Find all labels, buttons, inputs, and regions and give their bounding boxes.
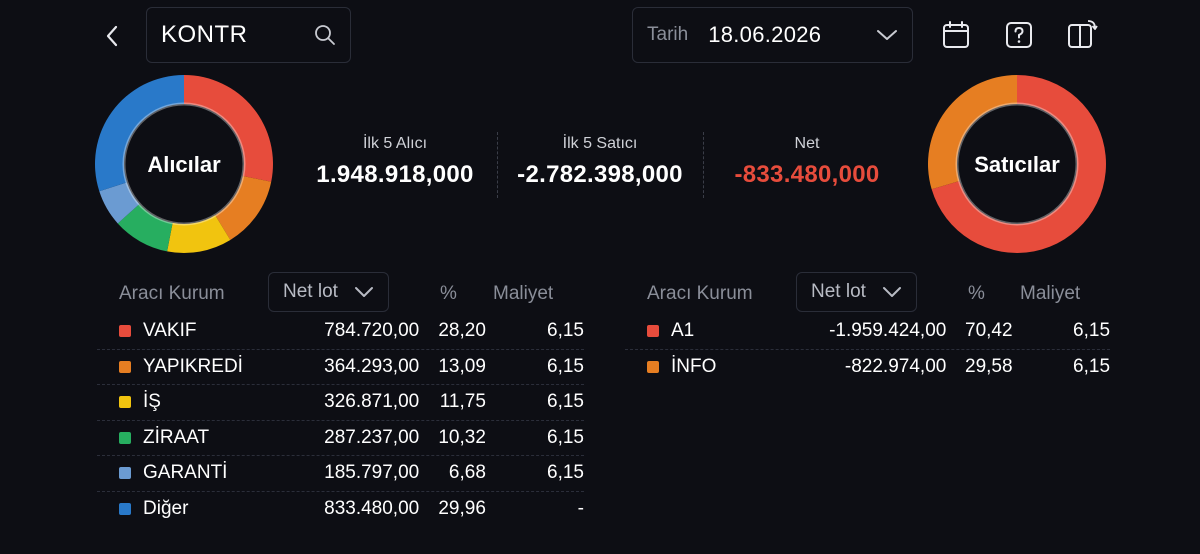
buyers-net-lot-label: Net lot [283, 281, 338, 302]
buyers-donut-label: Alıcılar [147, 152, 221, 177]
net-lot: 185.797,00 [324, 462, 420, 484]
chevron-down-icon[interactable] [876, 28, 898, 42]
net-lot: -822.974,00 [844, 356, 947, 378]
search-icon[interactable] [314, 24, 336, 46]
broker-name: GARANTİ [143, 462, 228, 484]
cost: 6,15 [547, 355, 584, 377]
sellers-col-pct: % [968, 283, 985, 304]
net-lot: 326.871,00 [324, 391, 420, 413]
broker-name: VAKIF [143, 320, 197, 342]
sellers-donut-chart: Satıcılar [928, 75, 1106, 253]
percent: 6,68 [448, 462, 486, 484]
color-swatch [119, 360, 131, 373]
buyers-net-lot-dropdown[interactable]: Net lot [268, 272, 389, 312]
buyers-table: VAKIF 784.720,00 28,20 6,15 YAPIKREDİ 36… [97, 314, 584, 527]
cost: 6,15 [1073, 320, 1111, 342]
broker-name: Diğer [143, 498, 189, 520]
sellers-donut-label: Satıcılar [974, 152, 1060, 177]
top5-buyers-label: İlk 5 Alıcı [362, 135, 428, 152]
top5-buyers-value: 1.948.918,000 [316, 161, 474, 188]
color-swatch [119, 431, 131, 444]
percent: 10,32 [438, 426, 486, 448]
percent: 29,96 [438, 498, 486, 520]
table-row[interactable]: İNFO -822.974,00 29,58 6,15 [625, 350, 1110, 386]
layout-switch-icon [1068, 20, 1098, 48]
broker-name: YAPIKREDİ [143, 355, 243, 377]
cost: 6,15 [1073, 356, 1111, 378]
symbol-search-value[interactable]: KONTR [161, 21, 314, 49]
buyers-donut-chart: Alıcılar [95, 75, 273, 253]
net-lot: 364.293,00 [324, 355, 420, 377]
percent: 28,20 [438, 320, 486, 342]
broker-name: ZİRAAT [143, 426, 210, 448]
color-swatch [647, 361, 659, 374]
top5-sellers-label: İlk 5 Satıcı [562, 135, 638, 152]
color-swatch [119, 467, 131, 480]
net-lot: 784.720,00 [324, 320, 420, 342]
color-swatch [647, 325, 659, 338]
net-stat: Net -833.480,000 [712, 135, 902, 189]
net-lot: 833.480,00 [324, 498, 420, 520]
table-row[interactable]: Diğer 833.480,00 29,96 - [97, 492, 584, 528]
buyers-col-broker: Aracı Kurum [119, 283, 225, 304]
percent: 11,75 [439, 391, 486, 413]
net-lot: -1.959.424,00 [829, 320, 947, 342]
buyers-col-cost: Maliyet [493, 283, 554, 304]
divider [497, 132, 498, 198]
net-value: -833.480,000 [734, 161, 880, 188]
sellers-net-lot-dropdown[interactable]: Net lot [796, 272, 917, 312]
color-swatch [119, 503, 131, 516]
percent: 70,42 [965, 320, 1013, 342]
table-row[interactable]: A1 -1.959.424,00 70,42 6,15 [625, 314, 1110, 350]
top5-sellers-stat: İlk 5 Satıcı -2.782.398,000 [505, 135, 695, 189]
broker-name: İŞ [143, 391, 161, 413]
sellers-col-broker: Aracı Kurum [647, 283, 753, 304]
date-value[interactable]: 18.06.2026 [708, 22, 876, 48]
chevron-left-icon [106, 25, 118, 47]
help-button[interactable] [1003, 18, 1035, 52]
color-swatch [119, 325, 131, 338]
color-swatch [119, 396, 131, 409]
cost: 6,15 [547, 462, 584, 484]
date-select[interactable]: Tarih 18.06.2026 [632, 7, 913, 63]
sellers-col-cost: Maliyet [1020, 283, 1081, 304]
table-row[interactable]: İŞ 326.871,00 11,75 6,15 [97, 385, 584, 421]
back-button[interactable] [96, 18, 128, 54]
calendar-button[interactable] [940, 18, 972, 52]
table-row[interactable]: VAKIF 784.720,00 28,20 6,15 [97, 314, 584, 350]
sellers-net-lot-label: Net lot [811, 281, 866, 302]
divider [703, 132, 704, 198]
buyers-col-pct: % [440, 283, 457, 304]
net-lot: 287.237,00 [324, 426, 420, 448]
top5-sellers-value: -2.782.398,000 [517, 161, 683, 188]
help-icon [1006, 22, 1032, 48]
sellers-table: A1 -1.959.424,00 70,42 6,15 İNFO -822.97… [625, 314, 1110, 385]
table-row[interactable]: YAPIKREDİ 364.293,00 13,09 6,15 [97, 350, 584, 385]
net-label: Net [794, 135, 820, 152]
cost: 6,15 [547, 426, 584, 448]
chevron-down-icon [355, 287, 373, 297]
calendar-icon [943, 21, 969, 48]
cost: - [577, 498, 584, 520]
chevron-down-icon [883, 287, 901, 297]
table-row[interactable]: ZİRAAT 287.237,00 10,32 6,15 [97, 421, 584, 456]
top5-buyers-stat: İlk 5 Alıcı 1.948.918,000 [300, 135, 490, 189]
percent: 29,58 [965, 356, 1013, 378]
cost: 6,15 [547, 320, 584, 342]
layout-switch-button[interactable] [1066, 18, 1098, 52]
broker-name: A1 [671, 320, 695, 342]
symbol-search-input[interactable]: KONTR [146, 7, 351, 63]
cost: 6,15 [547, 391, 584, 413]
percent: 13,09 [438, 355, 486, 377]
broker-name: İNFO [671, 356, 717, 378]
date-label: Tarih [647, 24, 689, 45]
table-row[interactable]: GARANTİ 185.797,00 6,68 6,15 [97, 456, 584, 492]
